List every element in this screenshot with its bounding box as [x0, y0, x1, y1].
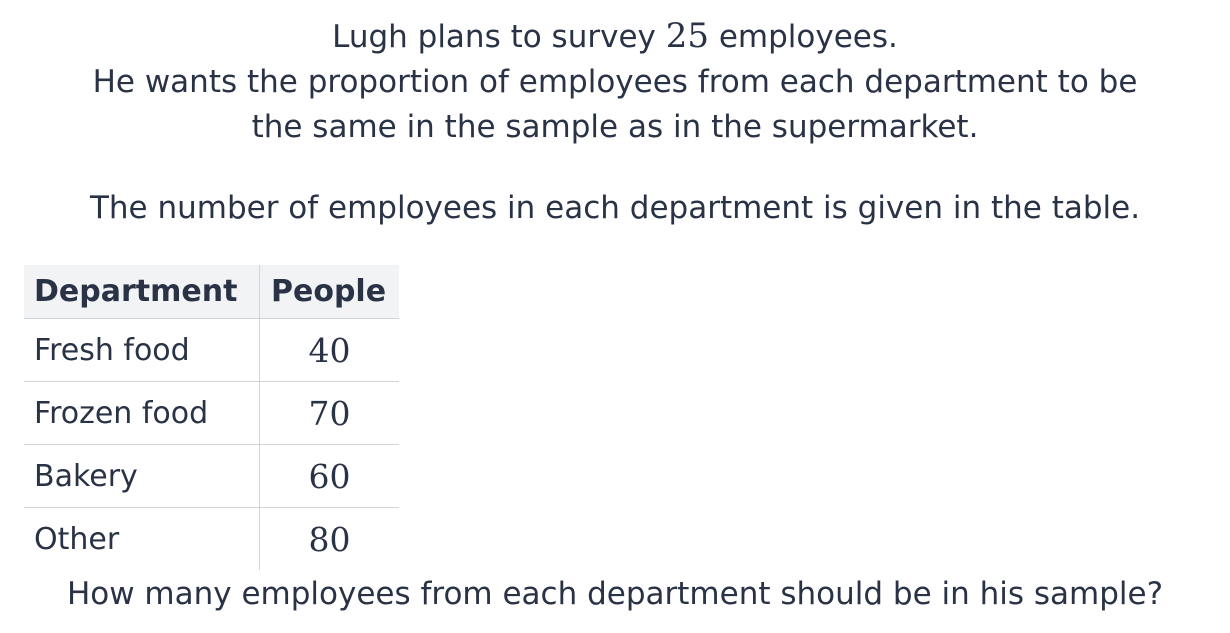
- table-row: Bakery 60: [24, 444, 399, 508]
- department-cell: Other: [34, 521, 120, 557]
- intro-line-1-end: employees.: [709, 19, 898, 55]
- header-department: Department: [24, 265, 260, 319]
- people-cell: 80: [259, 507, 399, 570]
- table-row: Frozen food 70: [24, 381, 399, 445]
- table-row: Other 80: [24, 507, 399, 570]
- department-cell: Bakery: [24, 444, 260, 508]
- department-cell: Fresh food: [24, 318, 260, 382]
- intro-line-1: Lugh plans to survey 25 employees.: [0, 14, 1230, 60]
- people-cell: 70: [259, 381, 399, 445]
- department-table: Department People Fresh food 40 Frozen f…: [24, 265, 399, 570]
- table-row: Fresh food 40: [24, 318, 399, 382]
- problem-intro: Lugh plans to survey 25 employees. He wa…: [0, 14, 1230, 150]
- intro-line-3: the same in the sample as in the superma…: [251, 109, 979, 145]
- question-text: How many employees from each department …: [66, 576, 1164, 612]
- header-people: People: [259, 265, 399, 319]
- department-cell: Frozen food: [24, 381, 260, 445]
- sample-size-number: 25: [665, 16, 709, 56]
- people-cell: 60: [259, 444, 399, 508]
- table-note: The number of employees in each departme…: [89, 190, 1141, 226]
- intro-line-2: He wants the proportion of employees fro…: [92, 64, 1138, 100]
- people-cell: 40: [259, 318, 399, 382]
- table-header-row: Department People: [24, 265, 399, 319]
- intro-line-1-start: Lugh plans to survey: [332, 19, 666, 55]
